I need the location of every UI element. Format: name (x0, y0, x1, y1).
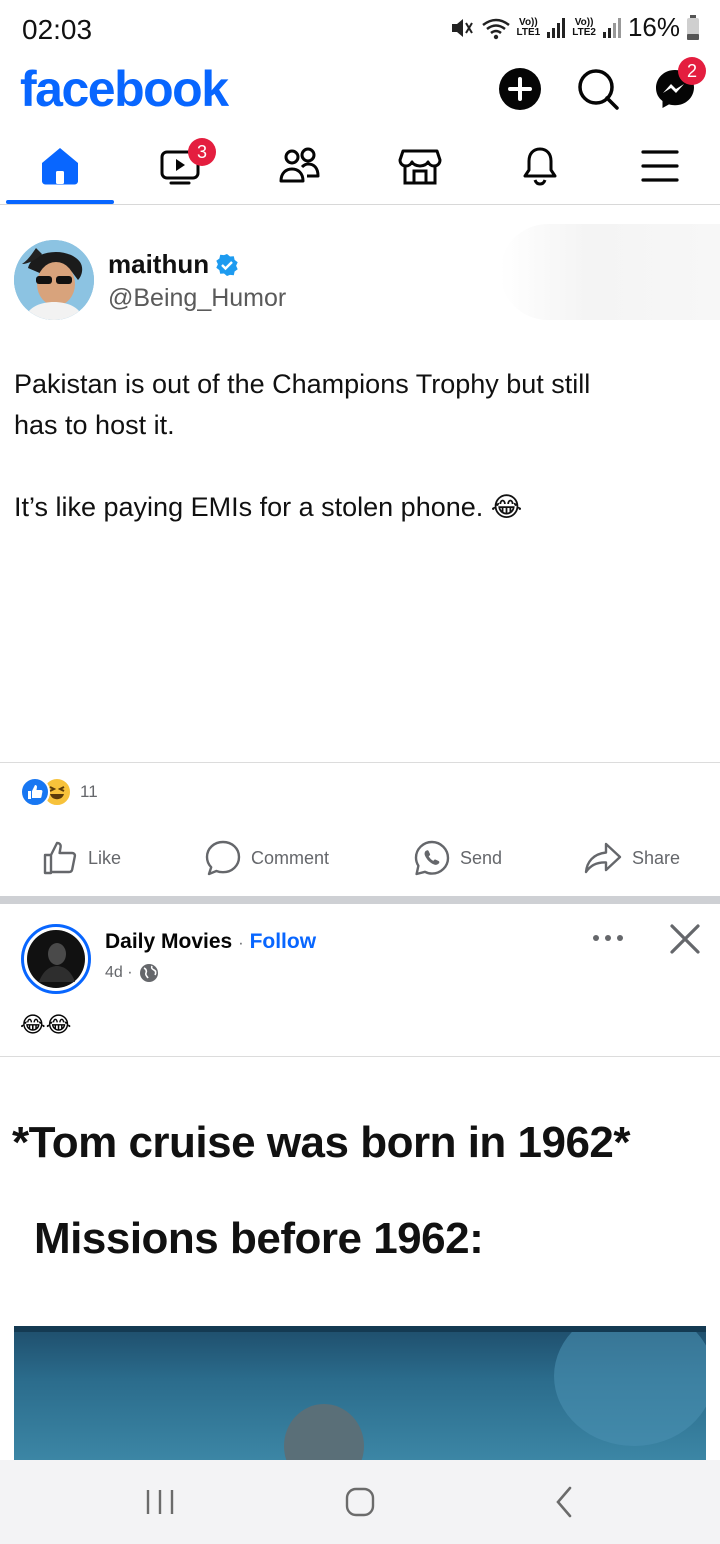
comment-label: Comment (251, 847, 330, 868)
tab-menu[interactable] (600, 128, 720, 204)
search-icon (578, 69, 619, 110)
tab-notifications[interactable] (480, 128, 600, 204)
video-badge: 3 (188, 138, 216, 166)
messenger-badge: 2 (678, 57, 706, 85)
post2-caption: 😂😂 (20, 1012, 72, 1037)
feed-separator (0, 896, 720, 904)
send-button[interactable]: Send (414, 840, 502, 876)
meme-text-line2: Missions before 1962: (34, 1214, 484, 1263)
post-image[interactable] (14, 1326, 706, 1460)
post1-author-row: maithun (108, 249, 239, 280)
avatar[interactable] (14, 240, 94, 320)
wifi-icon (481, 18, 510, 39)
post1-text: Pakistan is out of the Champions Trophy … (14, 364, 704, 528)
hide-post-button[interactable] (668, 922, 702, 961)
post-age: 4d · (105, 964, 133, 981)
mute-icon (451, 18, 473, 37)
home-circle-icon (345, 1487, 375, 1517)
signal1-icon (547, 17, 566, 38)
post1-text-line2: has to host it. (14, 410, 175, 440)
redaction-blur (500, 224, 720, 320)
share-label: Share (632, 847, 681, 868)
post1-divider (0, 762, 720, 763)
home-nav-button[interactable] (342, 1484, 378, 1525)
meme-text-line1: *Tom cruise was born in 1962* (12, 1118, 631, 1167)
tab-active-indicator (6, 200, 114, 204)
friends-icon (279, 147, 320, 183)
page-name[interactable]: Daily Movies (105, 930, 232, 954)
like-label: Like (88, 847, 122, 868)
comment-button[interactable]: Comment (205, 840, 329, 876)
system-nav-bar (0, 1460, 720, 1544)
marketplace-icon (398, 149, 442, 185)
main-tab-bar: 3 (0, 128, 720, 205)
battery-percent: 16% (627, 12, 680, 42)
post2-meta-row: 4d · (105, 963, 159, 983)
avatar-image (14, 240, 94, 320)
post1-text-line1: Pakistan is out of the Champions Trophy … (14, 369, 591, 399)
create-button[interactable] (498, 67, 542, 111)
tab-marketplace[interactable] (360, 128, 480, 204)
comment-icon (205, 840, 241, 876)
facebook-logo[interactable]: facebook (20, 60, 229, 118)
send-label: Send (460, 847, 503, 868)
page-avatar-image (27, 930, 85, 988)
back-button[interactable] (548, 1484, 580, 1525)
bell-icon (523, 147, 557, 186)
sim2-type: LTE2 (572, 26, 596, 38)
search-button[interactable] (576, 67, 620, 111)
verified-badge-icon (216, 253, 238, 276)
thumbs-up-icon (43, 841, 77, 875)
globe-icon (139, 964, 158, 982)
status-icons: Vo)) LTE1 Vo)) LTE2 16% (449, 12, 700, 43)
tab-home[interactable] (0, 128, 120, 204)
follow-button[interactable]: Follow (250, 930, 317, 954)
post1-author-handle: @Being_Humor (108, 284, 287, 312)
home-icon (42, 148, 78, 185)
sim1-type: LTE1 (516, 26, 541, 38)
more-options-button[interactable] (590, 928, 626, 953)
back-icon (556, 1486, 572, 1518)
whatsapp-icon (414, 840, 450, 876)
status-time: 02:03 (22, 14, 93, 45)
plus-icon (499, 68, 541, 110)
movie-still-image (14, 1326, 706, 1460)
tab-friends[interactable] (240, 128, 360, 204)
share-icon (584, 842, 622, 874)
sim1-label: Vo)) LTE1 (516, 16, 541, 38)
sim1-volte: Vo)) (519, 16, 538, 28)
post2-divider (0, 1056, 720, 1057)
close-icon (670, 924, 700, 954)
tab-video[interactable]: 3 (120, 128, 240, 204)
header-separator: · (238, 935, 244, 952)
signal2-icon (602, 17, 621, 38)
like-reaction-icon (20, 777, 50, 807)
post1-author-name[interactable]: maithun (108, 249, 209, 280)
post1-text-line3: It’s like paying EMIs for a stolen phone… (14, 492, 523, 522)
status-bar: 02:03 Vo)) LTE1 Vo)) LTE2 16% (0, 0, 720, 62)
post2-header-row: Daily Movies · Follow (105, 930, 316, 954)
sim2-label: Vo)) LTE2 (572, 16, 596, 38)
sim2-volte: Vo)) (574, 16, 594, 28)
menu-icon (641, 150, 679, 182)
recent-apps-icon (146, 1490, 174, 1514)
reaction-count: 11 (80, 782, 98, 801)
share-button[interactable]: Share (584, 840, 680, 876)
battery-icon (687, 14, 699, 40)
like-button[interactable]: Like (42, 840, 121, 876)
page-avatar[interactable] (21, 924, 91, 994)
reaction-summary[interactable]: 11 (20, 777, 98, 807)
recent-apps-button[interactable] (140, 1486, 180, 1523)
more-icon (593, 935, 623, 941)
